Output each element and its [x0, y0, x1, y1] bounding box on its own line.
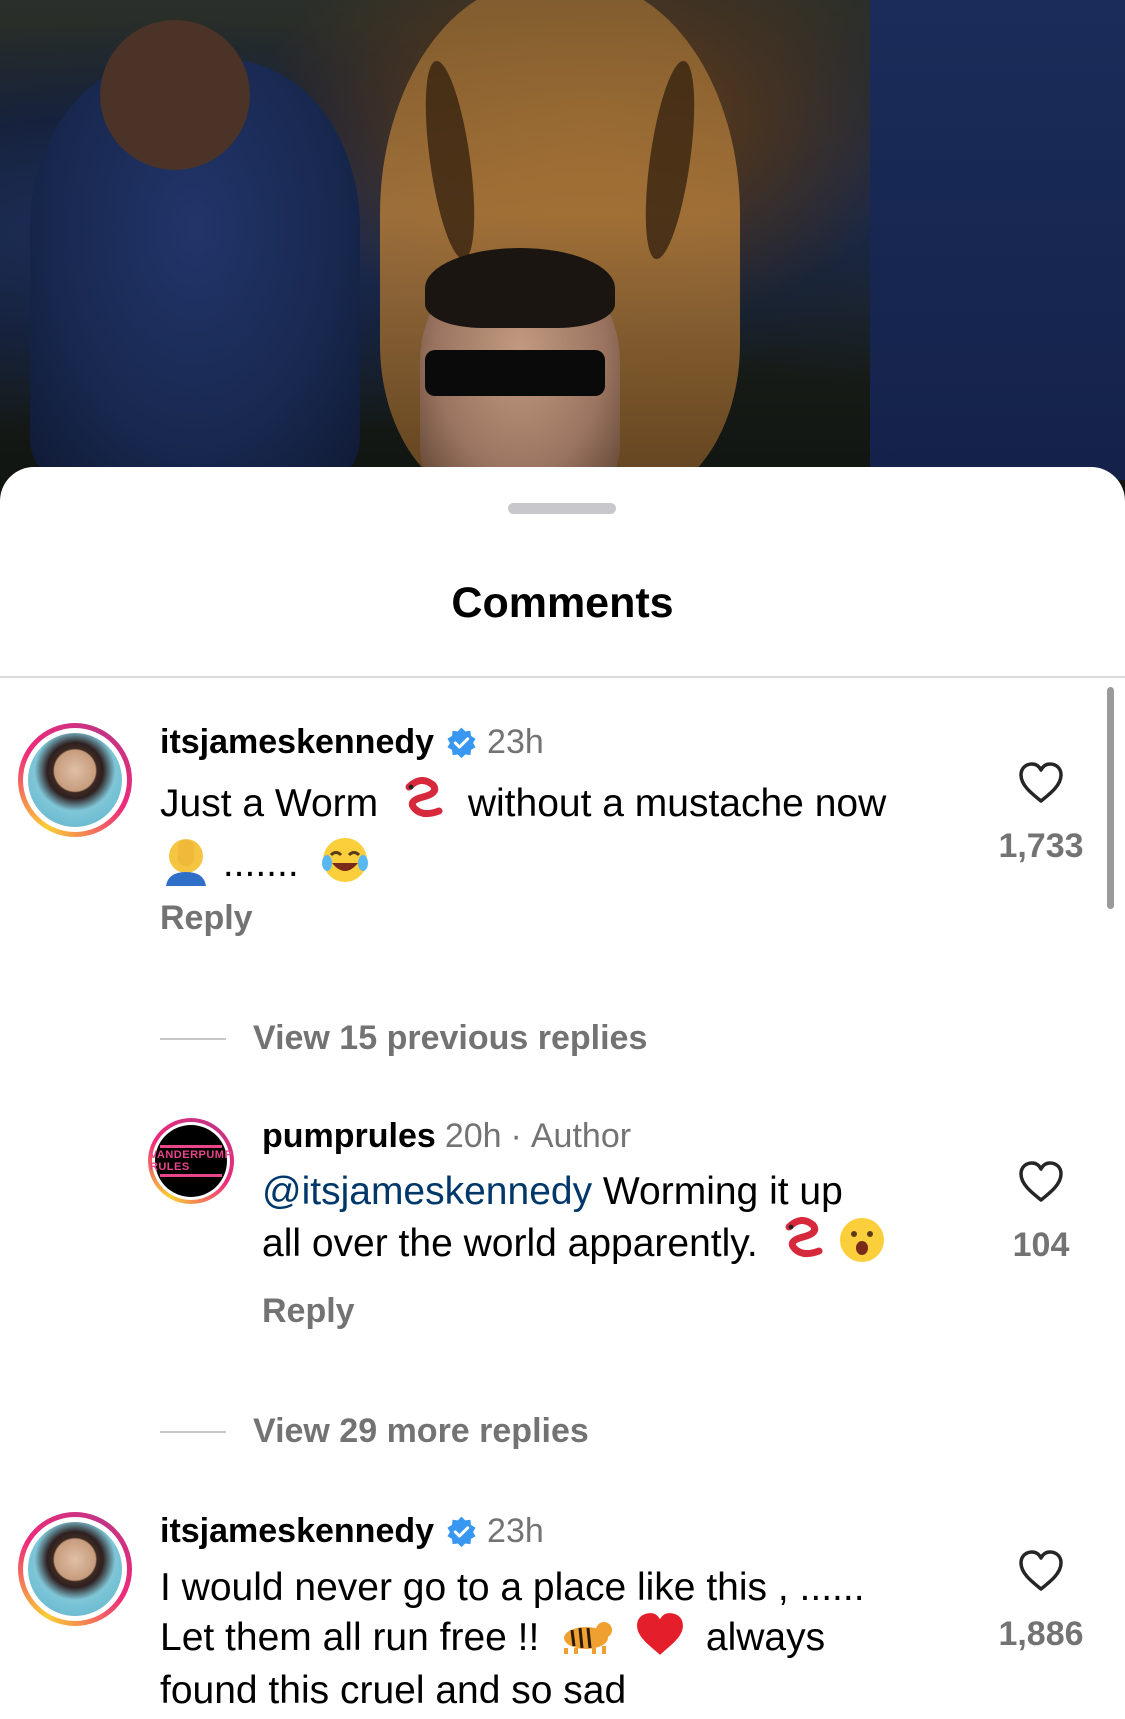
comment-meta: itsjameskennedy 23h	[160, 1512, 544, 1551]
like-box: 1,733	[981, 761, 1101, 866]
comment-time: 23h	[487, 723, 544, 761]
scrollbar[interactable]	[1107, 687, 1114, 909]
comment-text-part: without a mustache now	[467, 781, 887, 825]
avatar[interactable]	[18, 723, 132, 837]
view-more-replies-button[interactable]: View 29 more replies	[160, 1412, 589, 1451]
comment-text: I would never go to a place like this , …	[160, 1565, 980, 1714]
comment-text-part: .......	[222, 841, 299, 885]
reply-button[interactable]: Reply	[262, 1292, 355, 1331]
sheet-title: Comments	[451, 579, 674, 627]
comment-time: 23h	[487, 1512, 544, 1550]
reply-meta: pumprules 20h · Author	[262, 1117, 631, 1156]
sheet-grabber[interactable]	[508, 503, 616, 514]
avatar-brand-text: VANDERPUMP RULES	[149, 1149, 233, 1173]
reply-text-part: Worming it up	[602, 1170, 843, 1213]
tiger-emoji	[558, 1614, 614, 1665]
avatar-photo	[28, 1522, 122, 1616]
view-previous-replies-button[interactable]: View 15 previous replies	[160, 1019, 647, 1058]
video-figure-head	[100, 20, 250, 170]
laughing-emoji	[320, 835, 370, 896]
view-more-replies-label: View 29 more replies	[253, 1412, 589, 1450]
avatar-photo	[28, 733, 122, 827]
avatar[interactable]: VANDERPUMP RULES	[148, 1118, 234, 1204]
comment-text-part: Let them all run free !!	[160, 1615, 540, 1659]
mention-link[interactable]: @itsjameskennedy	[262, 1170, 592, 1213]
comment-username[interactable]: itsjameskennedy	[160, 1512, 434, 1551]
video-person-hair	[425, 248, 615, 328]
like-count: 1,886	[998, 1615, 1084, 1653]
comment-text-part: always	[705, 1615, 826, 1659]
meta-separator: ·	[510, 1117, 522, 1155]
video-background[interactable]	[0, 0, 1125, 500]
comment-text-part: Just a Worm	[160, 781, 379, 825]
reply-text: @itsjameskennedy Worming it up all over …	[262, 1169, 962, 1276]
comment-text: Just a Worm without a mustache now .....…	[160, 777, 980, 897]
author-badge: Author	[530, 1117, 632, 1155]
comment-text-part: I would never go to a place like this , …	[160, 1566, 865, 1609]
reply-time: 20h	[444, 1117, 502, 1155]
heart-icon[interactable]	[1017, 761, 1065, 805]
view-previous-replies-label: View 15 previous replies	[253, 1019, 648, 1057]
red-heart-emoji	[635, 1611, 685, 1668]
video-figure-right	[870, 0, 1125, 480]
heart-icon[interactable]	[1017, 1549, 1065, 1593]
replies-line	[160, 1430, 226, 1433]
facepalm-emoji	[160, 834, 212, 897]
reply-username[interactable]: pumprules	[262, 1117, 436, 1156]
verified-badge-icon	[447, 1516, 476, 1548]
reply-text-part: all over the world apparently.	[262, 1221, 758, 1265]
worm-emoji	[779, 1217, 827, 1274]
comment-username[interactable]: itsjameskennedy	[160, 723, 434, 762]
verified-badge-icon	[447, 727, 476, 759]
heart-icon[interactable]	[1017, 1160, 1065, 1204]
video-person-sunglasses	[425, 350, 605, 396]
replies-line	[160, 1037, 226, 1040]
comments-sheet: Comments itsjameskennedy 23h Just a Worm…	[0, 467, 1125, 1719]
astonished-emoji	[837, 1215, 887, 1276]
like-box: 1,886	[981, 1549, 1101, 1654]
like-count: 1,733	[998, 827, 1084, 865]
comment-meta: itsjameskennedy 23h	[160, 723, 544, 762]
like-count: 104	[1012, 1226, 1070, 1264]
like-box: 104	[981, 1160, 1101, 1265]
avatar[interactable]	[18, 1512, 132, 1626]
avatar-brand: VANDERPUMP RULES	[150, 1125, 232, 1197]
header-divider	[0, 676, 1125, 678]
comment-text-part: found this cruel and so sad	[160, 1669, 627, 1712]
worm-emoji	[399, 777, 447, 834]
reply-button[interactable]: Reply	[160, 899, 253, 938]
